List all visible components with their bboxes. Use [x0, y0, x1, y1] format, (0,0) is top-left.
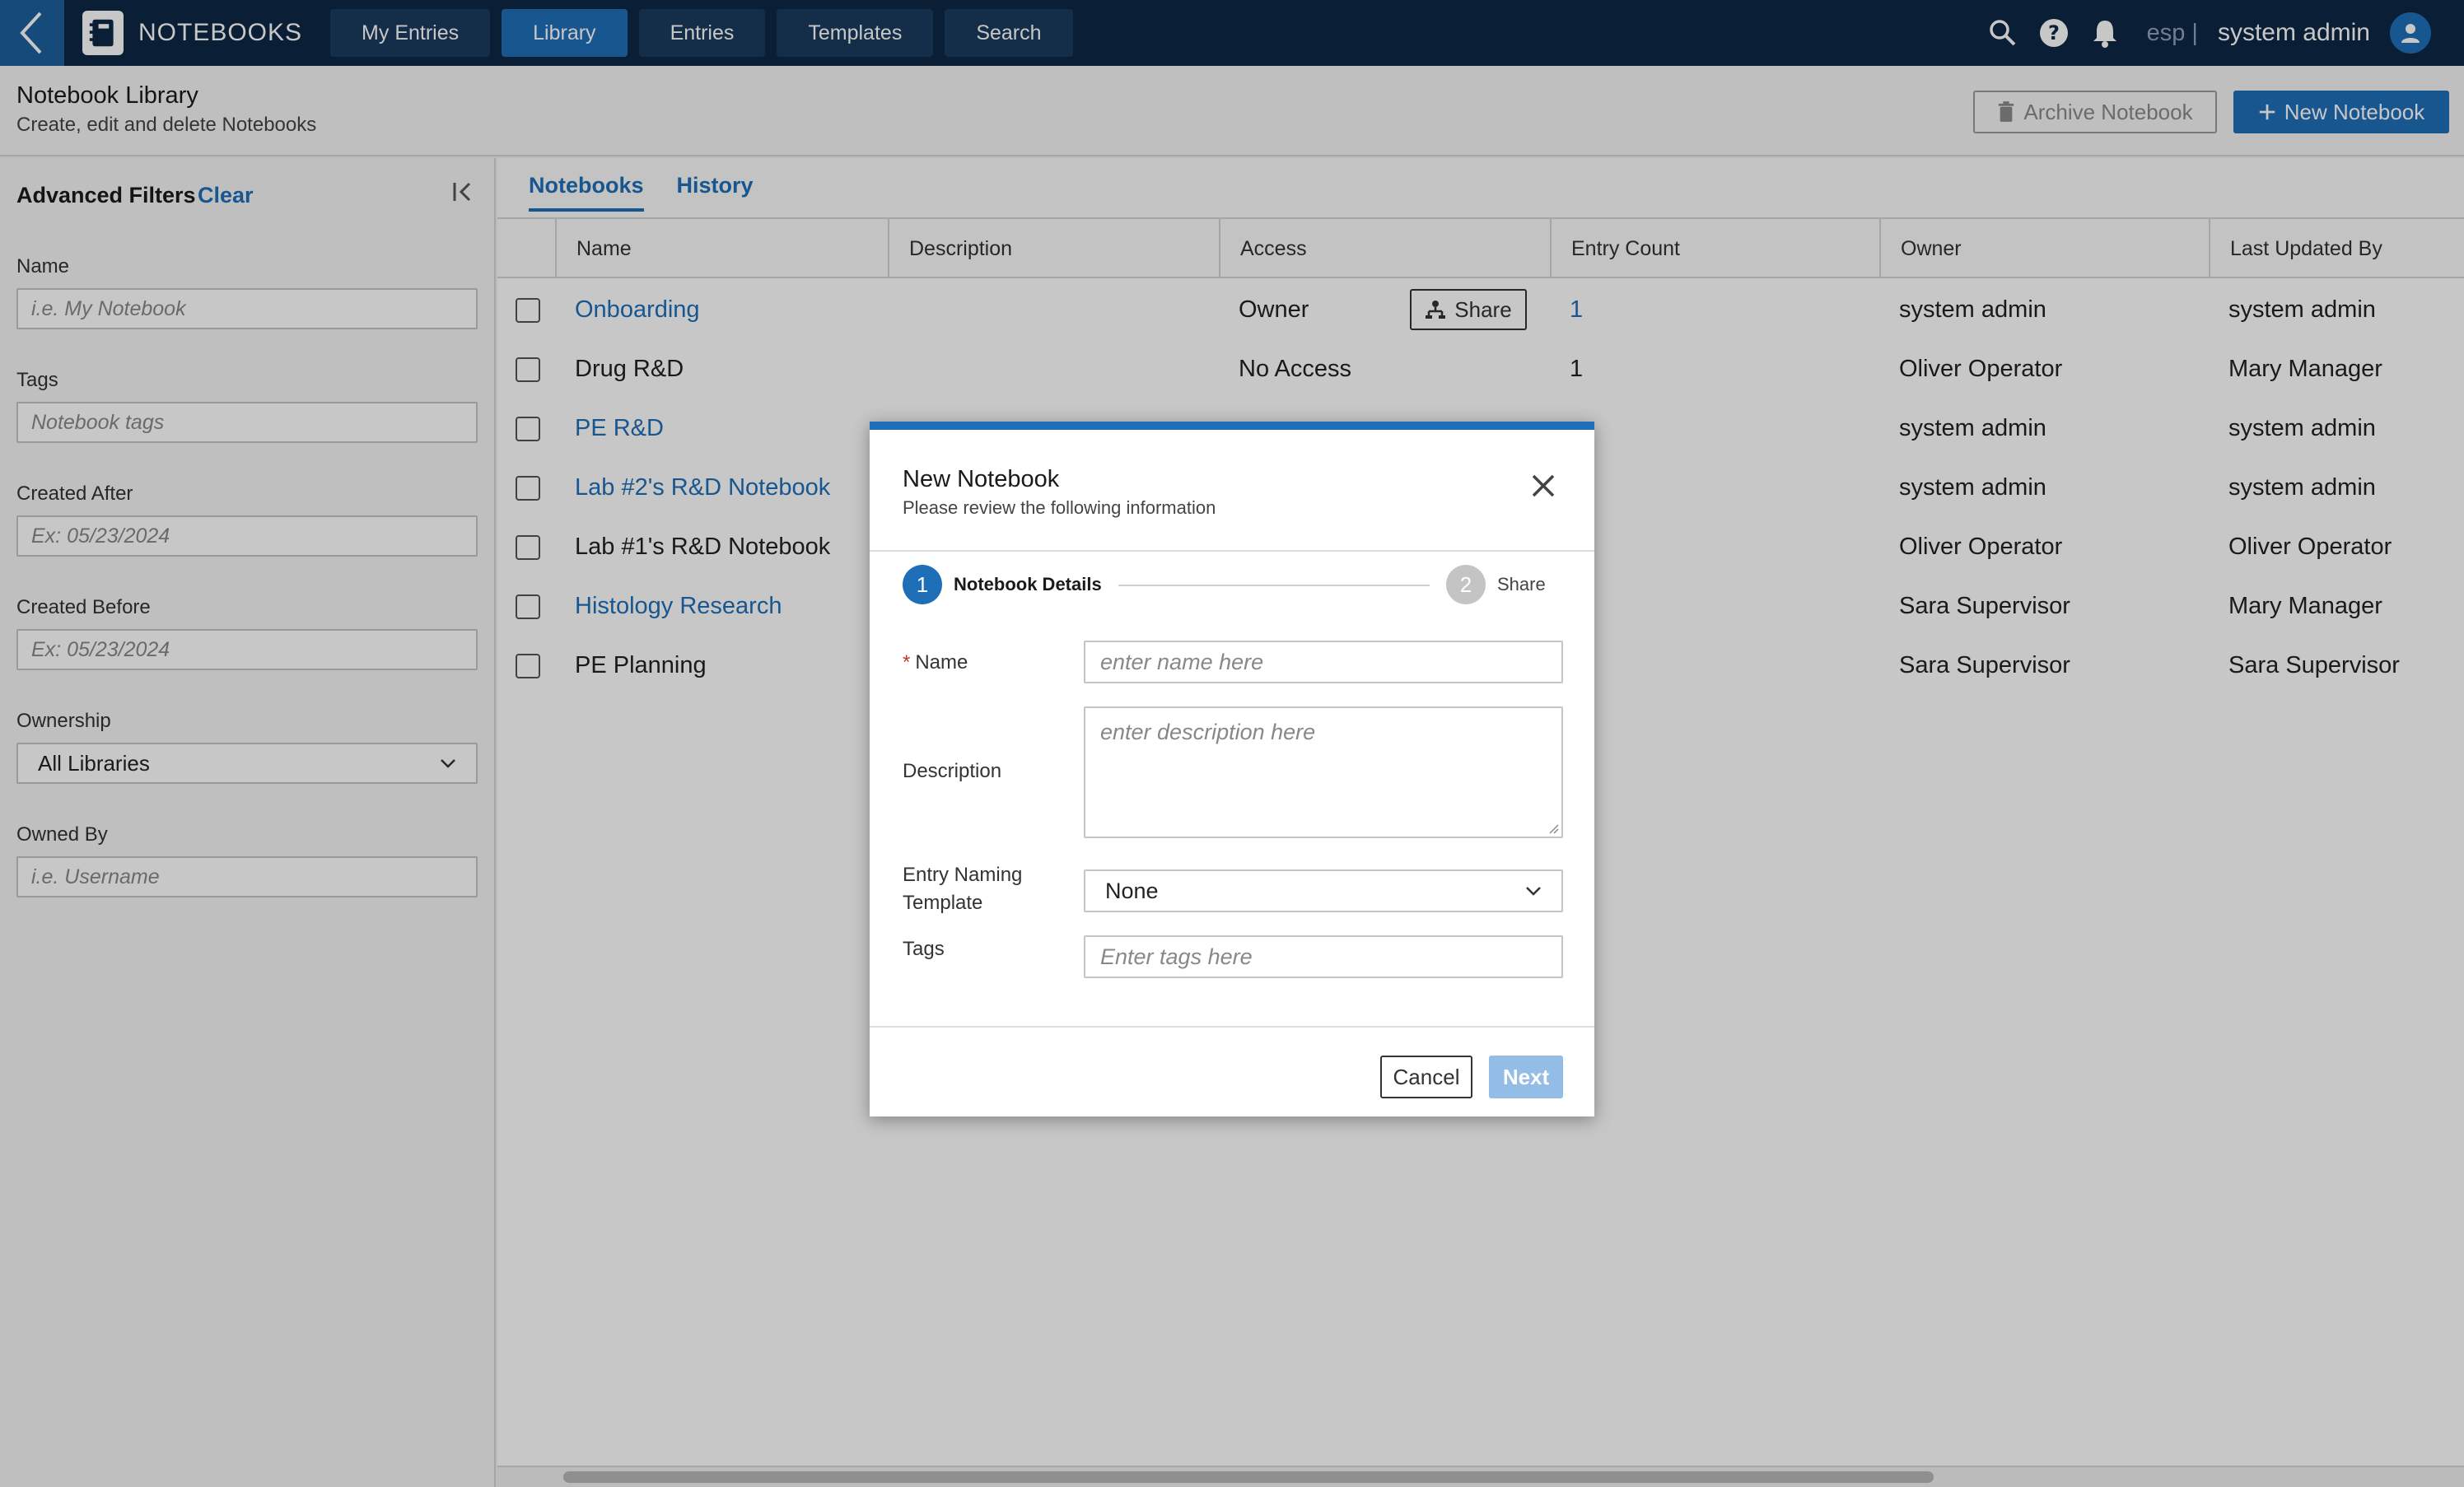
dialog-divider [870, 550, 1594, 552]
step-notebook-details: 1 Notebook Details [903, 565, 1102, 604]
step-number: 2 [1446, 565, 1486, 604]
stepper-connector [1118, 585, 1430, 586]
required-marker: * [903, 651, 911, 674]
chevron-down-icon [1526, 887, 1541, 896]
template-label-line2: Template [903, 892, 983, 914]
template-field-label: Entry Naming Template [903, 861, 1022, 917]
next-button[interactable]: Next [1489, 1056, 1563, 1098]
template-value: None [1105, 878, 1159, 903]
entry-naming-template-select[interactable]: None [1084, 869, 1563, 912]
step-share: 2 Share [1446, 565, 1546, 604]
step-label: Notebook Details [954, 574, 1102, 594]
dialog-footer-divider [870, 1026, 1594, 1028]
notebook-description-textarea[interactable]: enter description here [1084, 706, 1563, 838]
dialog-title: New Notebook [903, 466, 1060, 492]
tags-field-label: Tags [903, 938, 945, 960]
name-field-label: * Name [903, 649, 968, 677]
name-label-text: Name [915, 651, 968, 674]
cancel-button[interactable]: Cancel [1380, 1056, 1472, 1098]
step-number: 1 [903, 565, 942, 604]
dialog-subtitle: Please review the following information [903, 497, 1216, 518]
description-field-label: Description [903, 760, 1002, 782]
close-icon[interactable] [1527, 469, 1560, 502]
resize-handle-icon[interactable] [1548, 823, 1560, 835]
template-label-line1: Entry Naming [903, 864, 1023, 886]
new-notebook-dialog: New Notebook Please review the following… [870, 422, 1594, 1116]
step-label: Share [1497, 574, 1546, 594]
notebook-name-input[interactable]: enter name here [1084, 641, 1563, 683]
notebook-tags-input[interactable]: Enter tags here [1084, 935, 1563, 978]
